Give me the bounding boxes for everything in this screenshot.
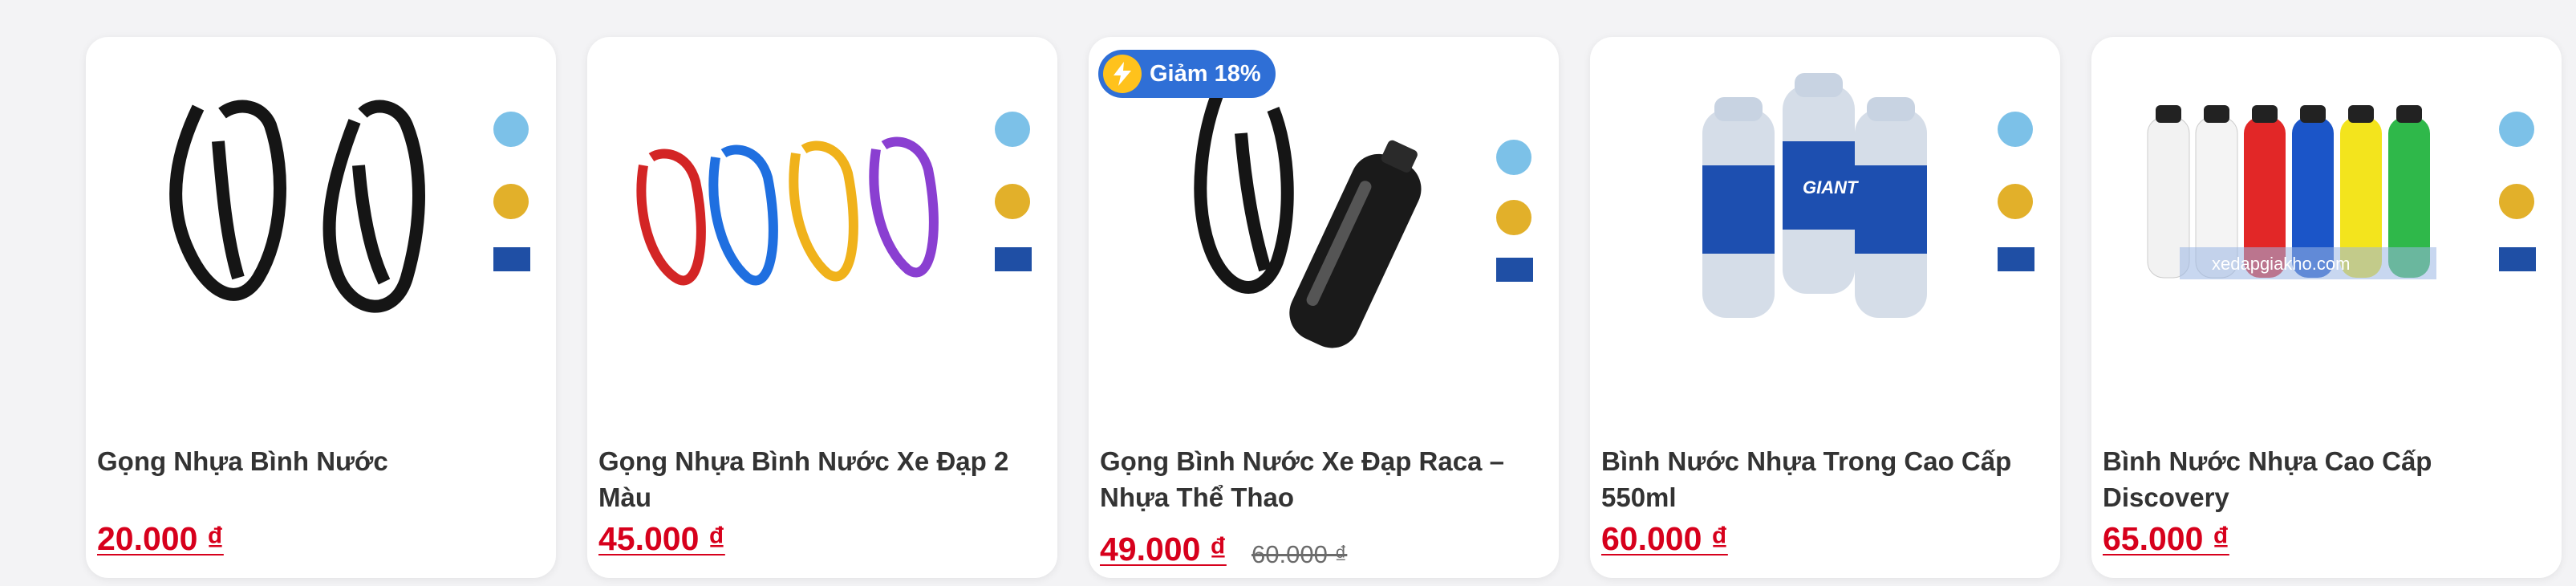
product-card[interactable]: Gọng Nhựa Bình Nước Xe Đạp 2 Màu 45.000 … xyxy=(587,37,1057,578)
product-price: 20.000 ₫ xyxy=(97,520,224,557)
product-name[interactable]: Gọng Bình Nước Xe Đạp Raca – Nhựa Thể Th… xyxy=(1100,443,1549,515)
product-card[interactable]: xedapgiakho.com Bình Nước Nhựa Cao Cấp D… xyxy=(2091,37,2562,578)
product-card[interactable]: Giảm 18% Gọng Bình Nước Xe Đạp Raca – Nh… xyxy=(1089,37,1559,578)
product-row: Gọng Nhựa Bình Nước 20.000 ₫ Gọng Nhựa B… xyxy=(0,0,2576,586)
product-price: 65.000 ₫ xyxy=(2103,520,2229,557)
product-name[interactable]: Gọng Nhựa Bình Nước xyxy=(97,443,546,479)
product-image[interactable]: GIANT xyxy=(1590,37,2060,390)
product-image[interactable]: xedapgiakho.com xyxy=(2091,37,2562,390)
watermark: xedapgiakho.com xyxy=(2212,254,2350,274)
bottle-brand: GIANT xyxy=(1803,177,1859,197)
product-name[interactable]: Bình Nước Nhựa Trong Cao Cấp 550ml xyxy=(1601,443,2051,515)
product-name[interactable]: Gọng Nhựa Bình Nước Xe Đạp 2 Màu xyxy=(598,443,1048,515)
product-price: 49.000 ₫ xyxy=(1100,531,1227,568)
lightning-icon xyxy=(1103,55,1142,93)
product-price: 45.000 ₫ xyxy=(598,520,725,557)
product-card[interactable]: Gọng Nhựa Bình Nước 20.000 ₫ xyxy=(86,37,556,578)
product-price: 60.000 ₫ xyxy=(1601,520,1728,557)
product-name[interactable]: Bình Nước Nhựa Cao Cấp Discovery xyxy=(2103,443,2552,515)
discount-badge: Giảm 18% xyxy=(1098,50,1276,98)
product-image[interactable] xyxy=(587,37,1057,390)
product-old-price: 60.000 ₫ xyxy=(1251,540,1348,568)
product-image[interactable] xyxy=(86,37,556,390)
discount-label: Giảm 18% xyxy=(1150,60,1261,87)
product-card[interactable]: GIANT Bình Nước Nhựa Trong Cao Cấp 550ml… xyxy=(1590,37,2060,578)
